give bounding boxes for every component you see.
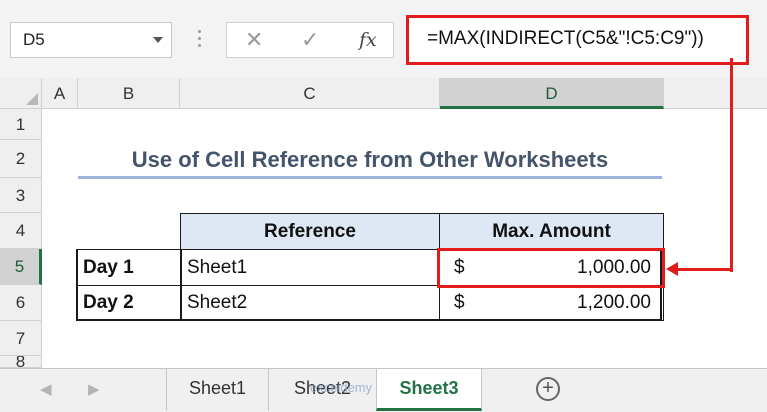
callout-line <box>730 58 733 272</box>
formula-text: =MAX(INDIRECT(C5&"!C5:C9")) <box>427 28 704 49</box>
enter-icon[interactable]: ✓ <box>301 27 319 53</box>
row-header-7[interactable]: 7 <box>0 321 42 356</box>
column-header-d[interactable]: D <box>440 78 664 109</box>
row-header-3[interactable]: 3 <box>0 178 42 213</box>
row-header-8[interactable]: 8 <box>0 356 42 368</box>
drag-handle-icon[interactable] <box>198 30 202 50</box>
row-header-6[interactable]: 6 <box>0 285 42 321</box>
sheet-title: Use of Cell Reference from Other Workshe… <box>78 141 662 179</box>
tab-sheet1[interactable]: Sheet1 <box>166 369 268 411</box>
row-header-2[interactable]: 2 <box>0 140 42 178</box>
reference-cell-day-2[interactable]: Sheet2 <box>180 285 440 321</box>
watermark-logo: exceldemy <box>310 380 373 395</box>
formula-bar: D5 ✕ ✓ fx =MAX(INDIRECT(C5&"!C5:C9")) <box>0 0 767 78</box>
reference-cell-day-1[interactable]: Sheet1 <box>180 249 440 286</box>
select-all-button[interactable] <box>0 78 42 109</box>
row-header-1[interactable]: 1 <box>0 109 42 140</box>
currency-symbol: $ <box>454 292 465 313</box>
column-header-c[interactable]: C <box>180 78 440 109</box>
header-reference[interactable]: Reference <box>180 213 440 250</box>
add-sheet-button[interactable]: + <box>536 377 560 401</box>
name-box-value: D5 <box>23 30 45 49</box>
table-corner-blank[interactable] <box>76 213 182 250</box>
column-header-b[interactable]: B <box>78 78 180 109</box>
chevron-down-icon[interactable] <box>153 37 163 43</box>
cancel-icon[interactable]: ✕ <box>245 27 263 53</box>
name-box[interactable]: D5 <box>10 22 172 58</box>
column-header-a[interactable]: A <box>42 78 78 109</box>
arrow-head-icon <box>666 262 678 276</box>
row-label-day-1[interactable]: Day 1 <box>76 249 182 286</box>
amount-value: 1,200.00 <box>577 292 651 313</box>
scroll-left-icon[interactable]: ◀ <box>40 380 52 398</box>
selected-cell-highlight <box>437 248 665 288</box>
worksheet-grid: A B C D 1 2 3 4 5 6 7 8 Use of Cell Refe… <box>0 78 767 368</box>
row-label-day-2[interactable]: Day 2 <box>76 285 182 321</box>
insert-function-icon[interactable]: fx <box>359 29 377 51</box>
sheet-tab-bar: ◀ ▶ Sheet1 Sheet2 Sheet3 + <box>0 368 767 412</box>
amount-cell-day-2[interactable]: $ 1,200.00 <box>439 285 664 321</box>
tab-sheet3[interactable]: Sheet3 <box>376 369 482 411</box>
column-header-blank <box>664 78 767 109</box>
row-header-5[interactable]: 5 <box>0 249 42 285</box>
callout-line <box>675 268 733 271</box>
formula-buttons: ✕ ✓ fx <box>226 22 394 58</box>
scroll-right-icon[interactable]: ▶ <box>88 380 100 398</box>
row-header-4[interactable]: 4 <box>0 213 42 249</box>
formula-input[interactable]: =MAX(INDIRECT(C5&"!C5:C9")) <box>406 15 749 65</box>
header-max-amount[interactable]: Max. Amount <box>439 213 664 250</box>
